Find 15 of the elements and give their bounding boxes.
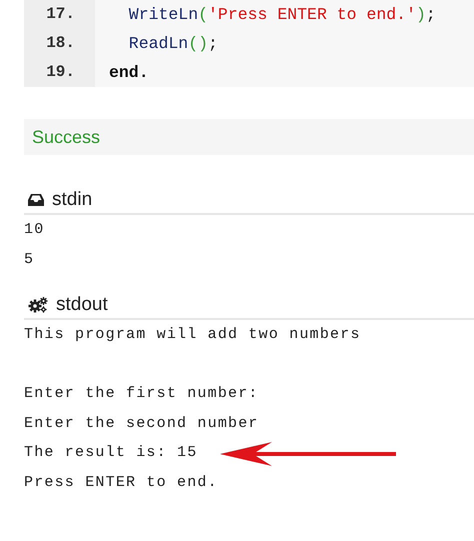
output-line: The result is: 15	[24, 444, 198, 461]
status-text: Success	[32, 126, 100, 148]
section-title: stdout	[56, 294, 108, 316]
line-number: 17.	[24, 0, 95, 29]
output-line: Enter the second number	[24, 414, 259, 432]
output-line: Enter the first number:	[24, 385, 259, 402]
input-line: 5	[24, 250, 36, 270]
line-number: 18.	[24, 29, 95, 58]
input-line: 10	[24, 220, 46, 240]
gears-icon	[28, 297, 48, 313]
section-title: stdin	[52, 189, 92, 211]
line-number: 19.	[24, 58, 95, 87]
inbox-icon	[28, 193, 44, 207]
output-line: This program will add two numbers	[24, 326, 361, 343]
output-line: Press ENTER to end.	[24, 474, 218, 490]
